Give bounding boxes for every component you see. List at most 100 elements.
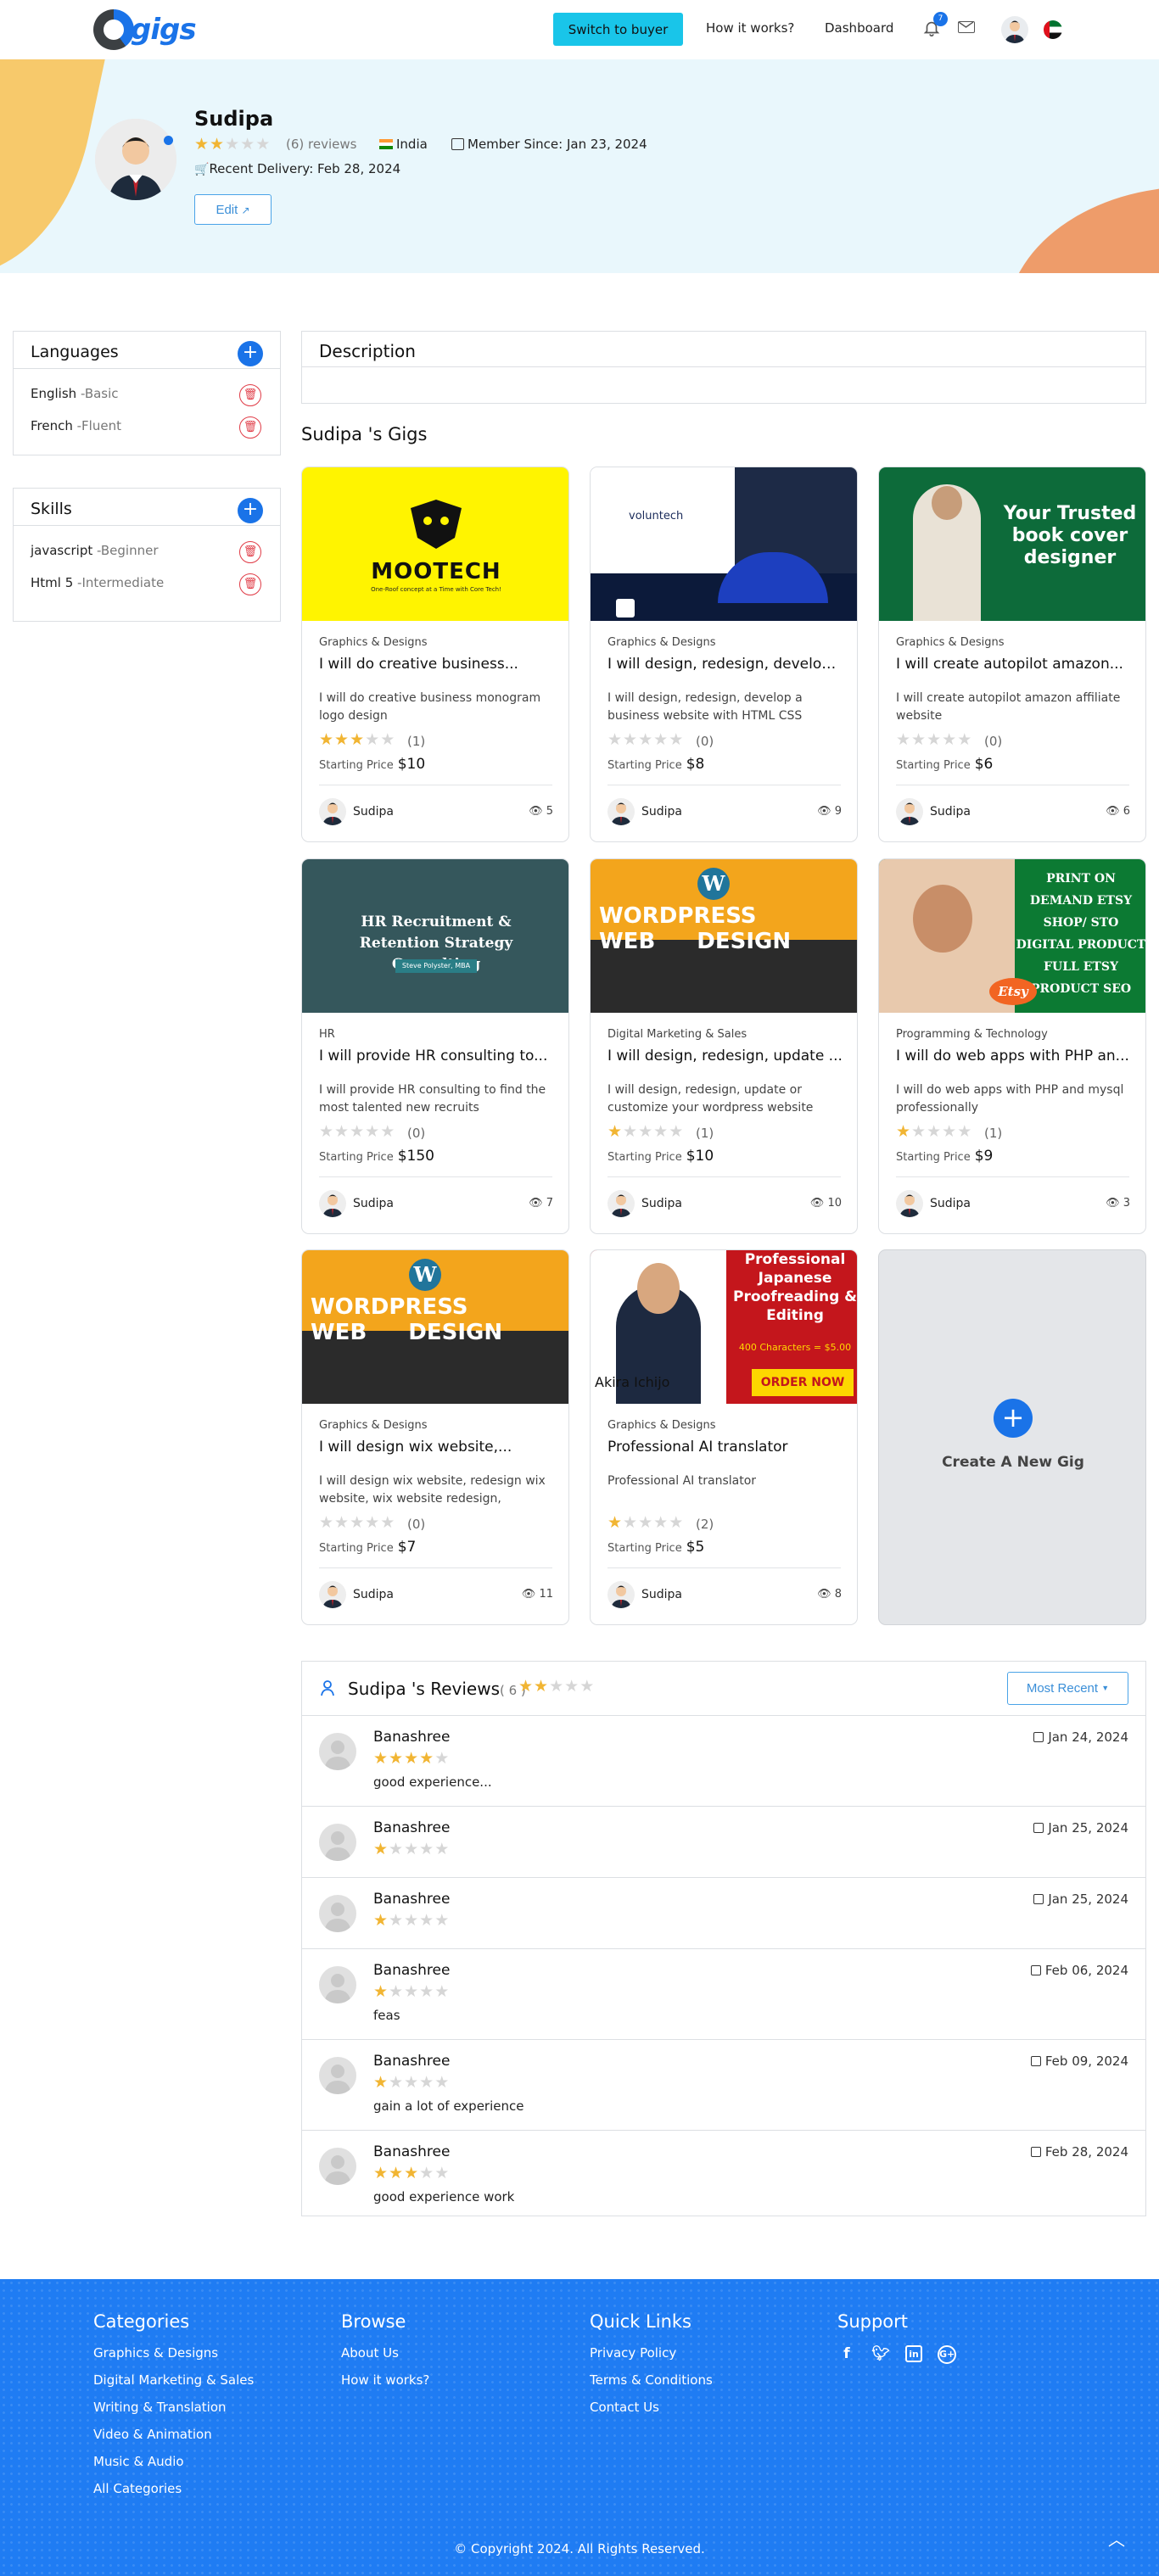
gig-image[interactable]: Your Trusted book cover designer bbox=[879, 467, 1145, 621]
linkedin-icon[interactable]: in bbox=[905, 2345, 922, 2362]
reviewer-avatar bbox=[319, 1895, 356, 1932]
languages-list: English -Basic 🗑 French -Fluent 🗑 bbox=[14, 369, 280, 440]
gig-card[interactable]: HR Recruitment & Retention Strategy Cons… bbox=[301, 858, 569, 1234]
skill-name: Html 5 bbox=[31, 575, 74, 590]
footer-link[interactable]: How it works? bbox=[341, 2372, 429, 2400]
google-plus-icon[interactable]: G+ bbox=[938, 2345, 956, 2364]
delete-skill-button[interactable]: 🗑 bbox=[239, 541, 261, 563]
footer-link[interactable]: Music & Audio bbox=[93, 2454, 254, 2481]
star-icon: ★ bbox=[911, 730, 927, 749]
footer-link[interactable]: Video & Animation bbox=[93, 2427, 254, 2454]
footer-link[interactable]: Terms & Conditions bbox=[590, 2372, 713, 2400]
gig-category: Digital Marketing & Sales bbox=[607, 1028, 747, 1041]
gig-title[interactable]: I will design wix website,... bbox=[319, 1439, 557, 1456]
gig-image[interactable]: HR Recruitment & Retention Strategy Cons… bbox=[302, 859, 568, 1013]
review-text: good experience... bbox=[373, 1774, 492, 1790]
footer-link[interactable]: Writing & Translation bbox=[93, 2400, 254, 2427]
seller-name: Sudipa bbox=[641, 805, 683, 819]
reviewer-name: Banashree bbox=[373, 1962, 451, 1979]
footer-link[interactable]: Contact Us bbox=[590, 2400, 713, 2427]
user-avatar[interactable] bbox=[1001, 16, 1028, 43]
description-title: Description bbox=[302, 332, 1145, 367]
calendar-icon bbox=[451, 138, 464, 150]
gig-rating-stars: ★★★★★ bbox=[607, 1513, 684, 1532]
gig-card[interactable]: WORDPRESS WEB DESIGN W Graphics & Designs I… bbox=[301, 1249, 569, 1625]
gig-card[interactable]: WORDPRESS WEB DESIGN W Digital Marketing &… bbox=[590, 858, 858, 1234]
switch-to-buyer-button[interactable]: Switch to buyer bbox=[553, 13, 683, 46]
languages-card: Languages + English -Basic 🗑 French -Flue… bbox=[13, 331, 281, 455]
footer-link[interactable]: About Us bbox=[341, 2345, 429, 2372]
gig-image[interactable]: Akira Ichijo Professional Japanese Proofr… bbox=[591, 1250, 857, 1404]
delete-language-button[interactable]: 🗑 bbox=[239, 384, 261, 406]
delete-language-button[interactable]: 🗑 bbox=[239, 416, 261, 439]
language-flag-icon[interactable] bbox=[1044, 20, 1062, 39]
gig-title[interactable]: I will do web apps with PHP an... bbox=[896, 1048, 1134, 1064]
review-date: Feb 09, 2024 bbox=[1030, 2054, 1128, 2069]
reviewer-name: Banashree bbox=[373, 2143, 451, 2160]
star-icon: ★ bbox=[434, 1840, 451, 1858]
edit-profile-button[interactable]: Edit ↗ bbox=[194, 194, 272, 225]
star-icon: ★ bbox=[350, 1122, 366, 1141]
review-rating-stars: ★★★★★ bbox=[373, 2073, 450, 2092]
dashboard-link[interactable]: Dashboard bbox=[825, 20, 893, 36]
gig-card[interactable]: MOOTECH One-Roof concept at a Time with C… bbox=[301, 467, 569, 842]
calendar-icon bbox=[1033, 1894, 1044, 1904]
footer-link[interactable]: Privacy Policy bbox=[590, 2345, 713, 2372]
reviews-title: Sudipa 's Reviews bbox=[348, 1679, 500, 1699]
star-icon: ★ bbox=[927, 1122, 943, 1141]
gig-image[interactable]: WORDPRESS WEB DESIGN W bbox=[591, 859, 857, 1013]
review-text: gain a lot of experience bbox=[373, 2098, 524, 2114]
gig-card[interactable]: Your Trusted book cover designer Graphics… bbox=[878, 467, 1146, 842]
star-icon: ★ bbox=[653, 1513, 669, 1532]
star-icon: ★ bbox=[564, 1677, 580, 1696]
gig-image[interactable]: MOOTECH One-Roof concept at a Time with C… bbox=[302, 467, 568, 621]
site-logo[interactable]: gigs bbox=[93, 8, 197, 51]
delete-skill-button[interactable]: 🗑 bbox=[239, 573, 261, 595]
facebook-icon[interactable]: f bbox=[837, 2345, 856, 2364]
footer-link[interactable]: All Categories bbox=[93, 2481, 254, 2508]
sort-reviews-dropdown[interactable]: Most Recent ▼ bbox=[1007, 1672, 1128, 1705]
create-new-gig-card[interactable]: + Create A New Gig bbox=[878, 1249, 1146, 1625]
star-icon: ★ bbox=[653, 730, 669, 749]
gig-card[interactable]: Akira Ichijo Professional Japanese Proofr… bbox=[590, 1249, 858, 1625]
gig-image[interactable]: WORDPRESS WEB DESIGN W bbox=[302, 1250, 568, 1404]
gig-rating-count: (1) bbox=[984, 1126, 1003, 1141]
gig-rating-stars: ★★★★★ bbox=[319, 1513, 395, 1532]
gig-price-value: $8 bbox=[686, 756, 705, 773]
gig-image[interactable]: voluntech bbox=[591, 467, 857, 621]
eye-icon: 👁︎ bbox=[1106, 1197, 1120, 1210]
languages-title: Languages bbox=[31, 343, 119, 361]
gig-title[interactable]: Professional AI translator bbox=[607, 1439, 845, 1456]
gig-image[interactable]: PRINT ON DEMAND ETSY SHOP/ STO DIGITAL P… bbox=[879, 859, 1145, 1013]
twitter-icon[interactable]: 🐦︎ bbox=[871, 2345, 890, 2364]
gig-card[interactable]: voluntech Graphics & Designs I will design… bbox=[590, 467, 858, 842]
reviewer-avatar bbox=[319, 1733, 356, 1770]
seller-avatar bbox=[319, 798, 346, 825]
how-it-works-link[interactable]: How it works? bbox=[706, 20, 794, 36]
footer-link[interactable]: Graphics & Designs bbox=[93, 2345, 254, 2372]
gig-card[interactable]: PRINT ON DEMAND ETSY SHOP/ STO DIGITAL P… bbox=[878, 858, 1146, 1234]
gig-description: I will do web apps with PHP and mysql pr… bbox=[896, 1083, 1124, 1115]
seller-avatar bbox=[896, 1190, 923, 1217]
gig-title[interactable]: I will design, redesign, update ... bbox=[607, 1048, 845, 1064]
notification-bell-icon[interactable]: 7 bbox=[922, 12, 948, 37]
gig-rating-stars: ★★★★★ bbox=[319, 730, 395, 749]
review-date-label: Jan 25, 2024 bbox=[1048, 1820, 1128, 1836]
review-text: good experience work bbox=[373, 2189, 515, 2204]
gig-title[interactable]: I will provide HR consulting to... bbox=[319, 1048, 557, 1064]
gig-rating-stars: ★★★★★ bbox=[607, 730, 684, 749]
star-icon: ★ bbox=[911, 1122, 927, 1141]
gig-title[interactable]: I will design, redesign, develop ... bbox=[607, 656, 845, 673]
mail-icon[interactable] bbox=[958, 21, 975, 33]
star-icon: ★ bbox=[389, 2164, 405, 2182]
skill-level: -Beginner bbox=[92, 543, 159, 558]
footer-link[interactable]: Digital Marketing & Sales bbox=[93, 2372, 254, 2400]
add-skill-button[interactable]: + bbox=[238, 498, 263, 523]
reviews-title-wrap: Sudipa 's Reviews( 6 ) bbox=[348, 1679, 526, 1699]
add-language-button[interactable]: + bbox=[238, 341, 263, 366]
gig-title[interactable]: I will do creative business... bbox=[319, 656, 557, 673]
profile-name: Sudipa bbox=[194, 107, 274, 131]
gig-title[interactable]: I will create autopilot amazon... bbox=[896, 656, 1134, 673]
add-gig-icon[interactable]: + bbox=[994, 1399, 1033, 1438]
seller-name: Sudipa bbox=[930, 805, 971, 819]
